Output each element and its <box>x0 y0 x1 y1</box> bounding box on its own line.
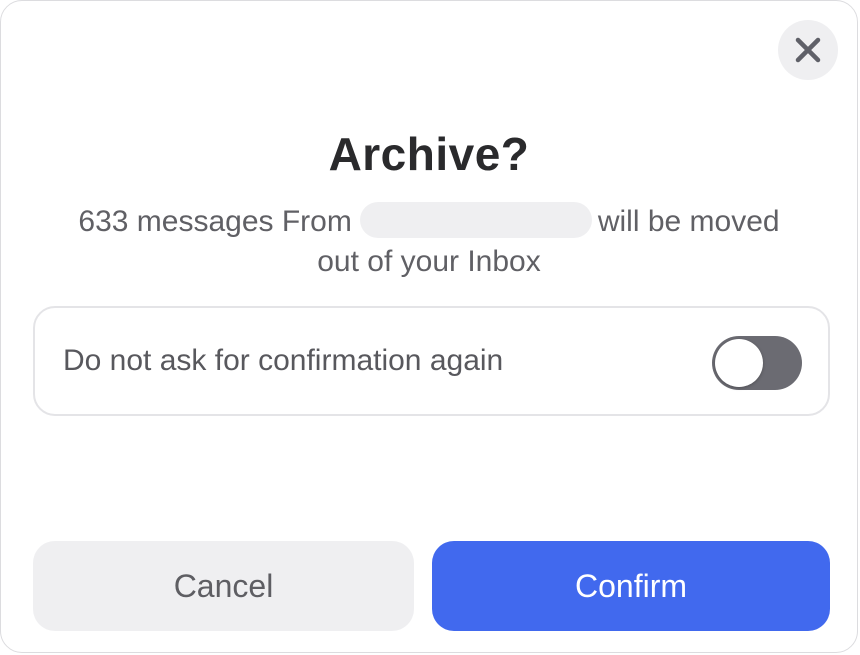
dialog-title: Archive? <box>328 128 530 180</box>
confirm-button[interactable]: Confirm <box>432 541 830 631</box>
close-icon <box>795 37 821 63</box>
archive-dialog: Archive? 633 messages From will be moved … <box>0 0 858 653</box>
message-moved-text: will be moved <box>597 205 780 238</box>
redacted-sender <box>359 202 592 239</box>
message-line-1: 633 messages From will be moved <box>41 202 817 242</box>
confirmation-toggle[interactable] <box>712 336 802 390</box>
confirmation-option-label: Do not ask for confirmation again <box>63 344 504 377</box>
confirmation-option-card: Do not ask for confirmation again <box>33 306 830 416</box>
close-button[interactable] <box>778 20 838 80</box>
cancel-button[interactable]: Cancel <box>33 541 414 631</box>
message-line-2: out of your Inbox <box>317 245 541 278</box>
toggle-knob <box>715 339 763 387</box>
message-count-text: 633 messages From <box>78 205 352 238</box>
dialog-message: 633 messages From will be moved out of yo… <box>41 202 817 282</box>
